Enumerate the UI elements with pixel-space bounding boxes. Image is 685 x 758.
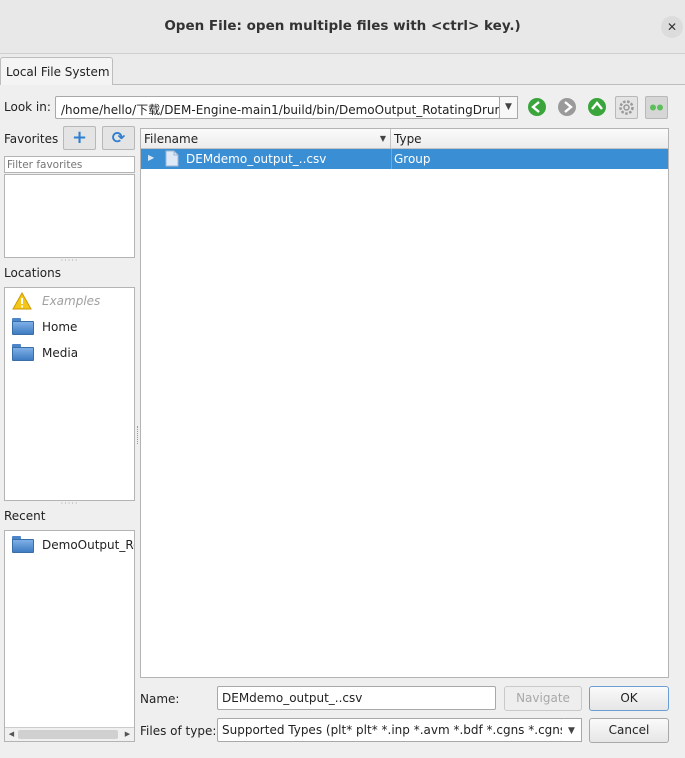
- warning-icon: [12, 292, 32, 310]
- column-header-label: Filename: [144, 132, 199, 146]
- chevron-down-icon: ▼: [505, 102, 512, 112]
- column-header-filename[interactable]: Filename ▼: [141, 129, 391, 149]
- recent-horizontal-scrollbar[interactable]: ◀ ▶: [5, 727, 134, 741]
- chevron-down-icon: ▼: [568, 726, 575, 736]
- recent-item[interactable]: DemoOutput_Rot: [9, 534, 135, 556]
- sidebar-splitter-handle[interactable]: [137, 426, 139, 444]
- files-of-type-label: Files of type:: [140, 724, 217, 738]
- recent-item-label: DemoOutput_Rot: [42, 538, 135, 552]
- name-label: Name:: [140, 692, 180, 706]
- column-header-label: Type: [394, 132, 422, 146]
- favorites-label: Favorites: [4, 132, 59, 146]
- files-of-type-combo[interactable]: Supported Types (plt* plt* *.inp *.avm *…: [217, 718, 563, 742]
- window-title: Open File: open multiple files with <ctr…: [164, 18, 521, 34]
- file-list[interactable]: Filename ▼ Type ▶ DEMdemo_output_..csv G…: [140, 128, 669, 678]
- filter-favorites-input[interactable]: [4, 156, 135, 173]
- look-in-combo[interactable]: /home/hello/下载/DEM-Engine-main1/build/bi…: [55, 96, 500, 119]
- locations-list[interactable]: Examples Home Media: [4, 287, 135, 501]
- files-of-type-dropdown-button[interactable]: ▼: [562, 718, 582, 742]
- refresh-icon: ⟳: [111, 128, 126, 147]
- navigate-button[interactable]: Navigate: [504, 686, 582, 711]
- sort-down-icon: ▼: [379, 134, 386, 143]
- column-header-type[interactable]: Type: [391, 129, 668, 149]
- toggle-button[interactable]: [645, 96, 668, 119]
- scroll-right-icon[interactable]: ▶: [122, 729, 133, 740]
- table-row[interactable]: ▶ DEMdemo_output_..csv Group: [141, 149, 668, 169]
- add-favorite-button[interactable]: +: [63, 126, 96, 150]
- settings-button[interactable]: [615, 96, 638, 119]
- scrollbar-thumb[interactable]: [18, 730, 118, 739]
- gear-icon: [619, 100, 634, 115]
- location-item-home[interactable]: Home: [9, 316, 135, 338]
- expand-arrow-icon[interactable]: ▶: [148, 153, 154, 162]
- up-arrow-icon[interactable]: [588, 98, 606, 116]
- file-name: DEMdemo_output_..csv: [186, 152, 327, 166]
- plus-icon: +: [71, 127, 88, 148]
- back-arrow-icon[interactable]: [528, 98, 546, 116]
- close-button[interactable]: ✕: [661, 16, 683, 38]
- locations-splitter-handle[interactable]: ·····: [4, 499, 135, 508]
- refresh-favorites-button[interactable]: ⟳: [102, 126, 135, 150]
- folder-icon: [12, 318, 34, 335]
- favorites-splitter-handle[interactable]: ·····: [4, 256, 135, 265]
- ok-button[interactable]: OK: [589, 686, 669, 711]
- look-in-dropdown-button[interactable]: ▼: [499, 96, 518, 119]
- forward-arrow-icon[interactable]: [558, 98, 576, 116]
- look-in-label: Look in:: [4, 100, 51, 114]
- location-label: Home: [42, 320, 78, 334]
- file-type: Group: [394, 152, 431, 166]
- location-label: Examples: [42, 294, 101, 308]
- location-item-media[interactable]: Media: [9, 342, 135, 364]
- document-icon: [165, 150, 179, 167]
- tab-local-file-system[interactable]: Local File System: [0, 57, 113, 85]
- name-input[interactable]: DEMdemo_output_..csv: [217, 686, 496, 710]
- recent-label: Recent: [4, 509, 46, 523]
- link-icon: [650, 104, 663, 111]
- folder-icon: [12, 344, 34, 361]
- recent-list[interactable]: DemoOutput_Rot ◀ ▶: [4, 530, 135, 742]
- locations-label: Locations: [4, 266, 62, 280]
- folder-icon: [12, 536, 34, 553]
- cell-divider: [391, 149, 392, 169]
- cancel-button[interactable]: Cancel: [589, 718, 669, 743]
- scroll-left-icon[interactable]: ◀: [6, 729, 17, 740]
- favorites-list[interactable]: [4, 174, 135, 258]
- location-item-examples[interactable]: Examples: [9, 290, 135, 312]
- title-bar: Open File: open multiple files with <ctr…: [0, 0, 685, 54]
- location-label: Media: [42, 346, 79, 360]
